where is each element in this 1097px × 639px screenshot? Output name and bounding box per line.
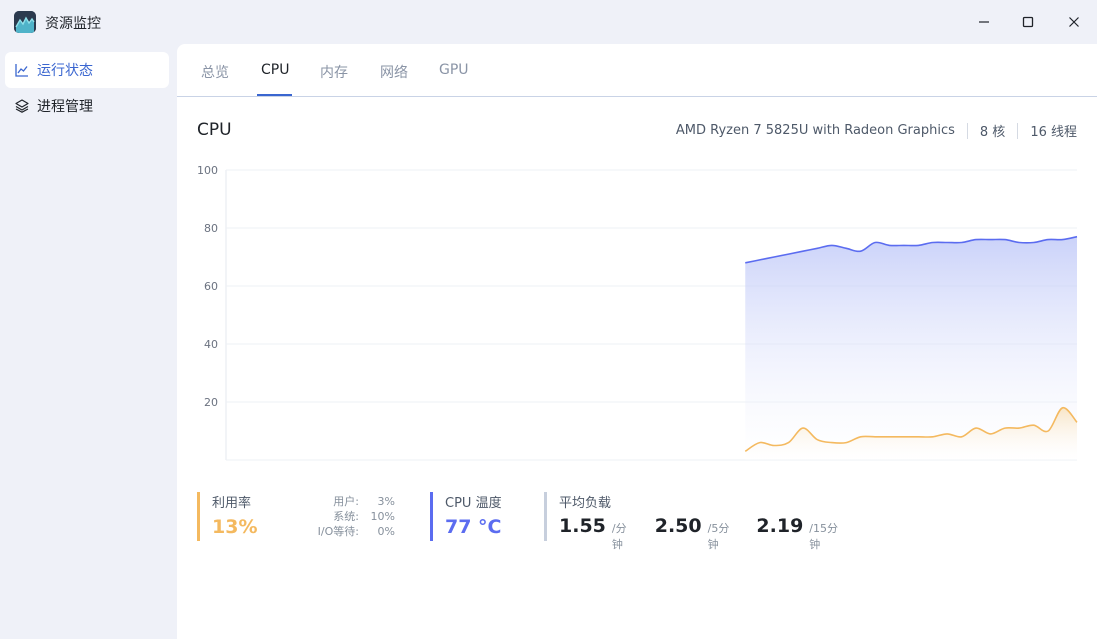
y-tick-label: 20 [204,396,218,409]
usage-breakdown: 用户: 3% 系统: 10% I/O等待: 0% [315,494,395,539]
line-chart-icon [15,63,29,77]
load-1min-unit: /分钟 [611,522,627,551]
layers-icon [15,99,29,113]
io-wait-value: 0% [377,525,395,538]
y-tick-label: 100 [197,164,218,177]
app-title: 资源监控 [45,16,101,32]
load-15min-value: 2.19 [756,515,804,537]
sidebar-item-status[interactable]: 运行状态 [5,52,169,88]
temperature-label: CPU 温度 [445,496,502,511]
system-value: 10% [370,510,395,523]
divider [966,122,968,139]
page-title: CPU [197,120,232,140]
user-label: 用户: [333,495,359,508]
title-bar: 资源监控 [0,0,1097,44]
load-average-label: 平均负载 [559,496,612,511]
active-tab-indicator [257,94,292,96]
main-panel: 总览 CPU 内存 网络 GPU CPU AMD Ryzen 7 5825U w… [177,44,1097,639]
load-values: 1.55 /分钟 2.50 /5分钟 2.19 /15分钟 [559,515,864,552]
y-tick-label: 60 [204,280,218,293]
load-average-stat: 平均负载 1.55 /分钟 2.50 /5分钟 2.19 /15分钟 [544,492,864,551]
y-tick-label: 80 [204,222,218,235]
divider [1017,122,1019,139]
maximize-icon [1022,16,1034,28]
temperature-stat: CPU 温度 77 °C [430,492,530,541]
tab-overview[interactable]: 总览 [201,62,229,82]
y-tick-label: 40 [204,338,218,351]
cpu-threads: 16 线程 [1030,125,1077,140]
tab-cpu[interactable]: CPU [261,62,289,78]
minimize-button[interactable] [971,10,997,34]
load-5min-value: 2.50 [654,515,702,537]
io-wait-label: I/O等待: [317,525,359,538]
user-value: 3% [377,495,395,508]
cpu-info: AMD Ryzen 7 5825U with Radeon Graphics 8… [676,121,1077,140]
cpu-usage-chart: 20 40 60 80 100 [197,164,1078,461]
sidebar-item-label: 进程管理 [37,99,93,115]
load-1min-value: 1.55 [559,515,606,537]
sidebar: 运行状态 进程管理 [0,44,177,639]
tab-memory[interactable]: 内存 [320,62,348,82]
usage-stat: 利用率 13% 用户: 3% 系统: 10% I/O等待: 0% [197,492,417,541]
load-15min-unit: /15分钟 [809,522,838,551]
sidebar-item-processes[interactable]: 进程管理 [5,88,169,124]
cpu-model: AMD Ryzen 7 5825U with Radeon Graphics [675,123,955,138]
system-label: 系统: [333,510,359,523]
close-button[interactable] [1061,10,1087,34]
tab-gpu[interactable]: GPU [439,62,469,78]
tab-bar: 总览 CPU 内存 网络 GPU [177,44,1097,97]
sidebar-item-label: 运行状态 [37,63,93,79]
tab-network[interactable]: 网络 [380,62,408,82]
close-icon [1069,17,1079,27]
app-logo-icon [14,11,36,33]
maximize-button[interactable] [1015,10,1041,34]
load-5min-unit: /5分钟 [707,522,730,551]
temperature-value: 77 °C [445,516,502,538]
cpu-cores: 8 核 [979,125,1006,140]
minimize-icon [979,21,989,23]
